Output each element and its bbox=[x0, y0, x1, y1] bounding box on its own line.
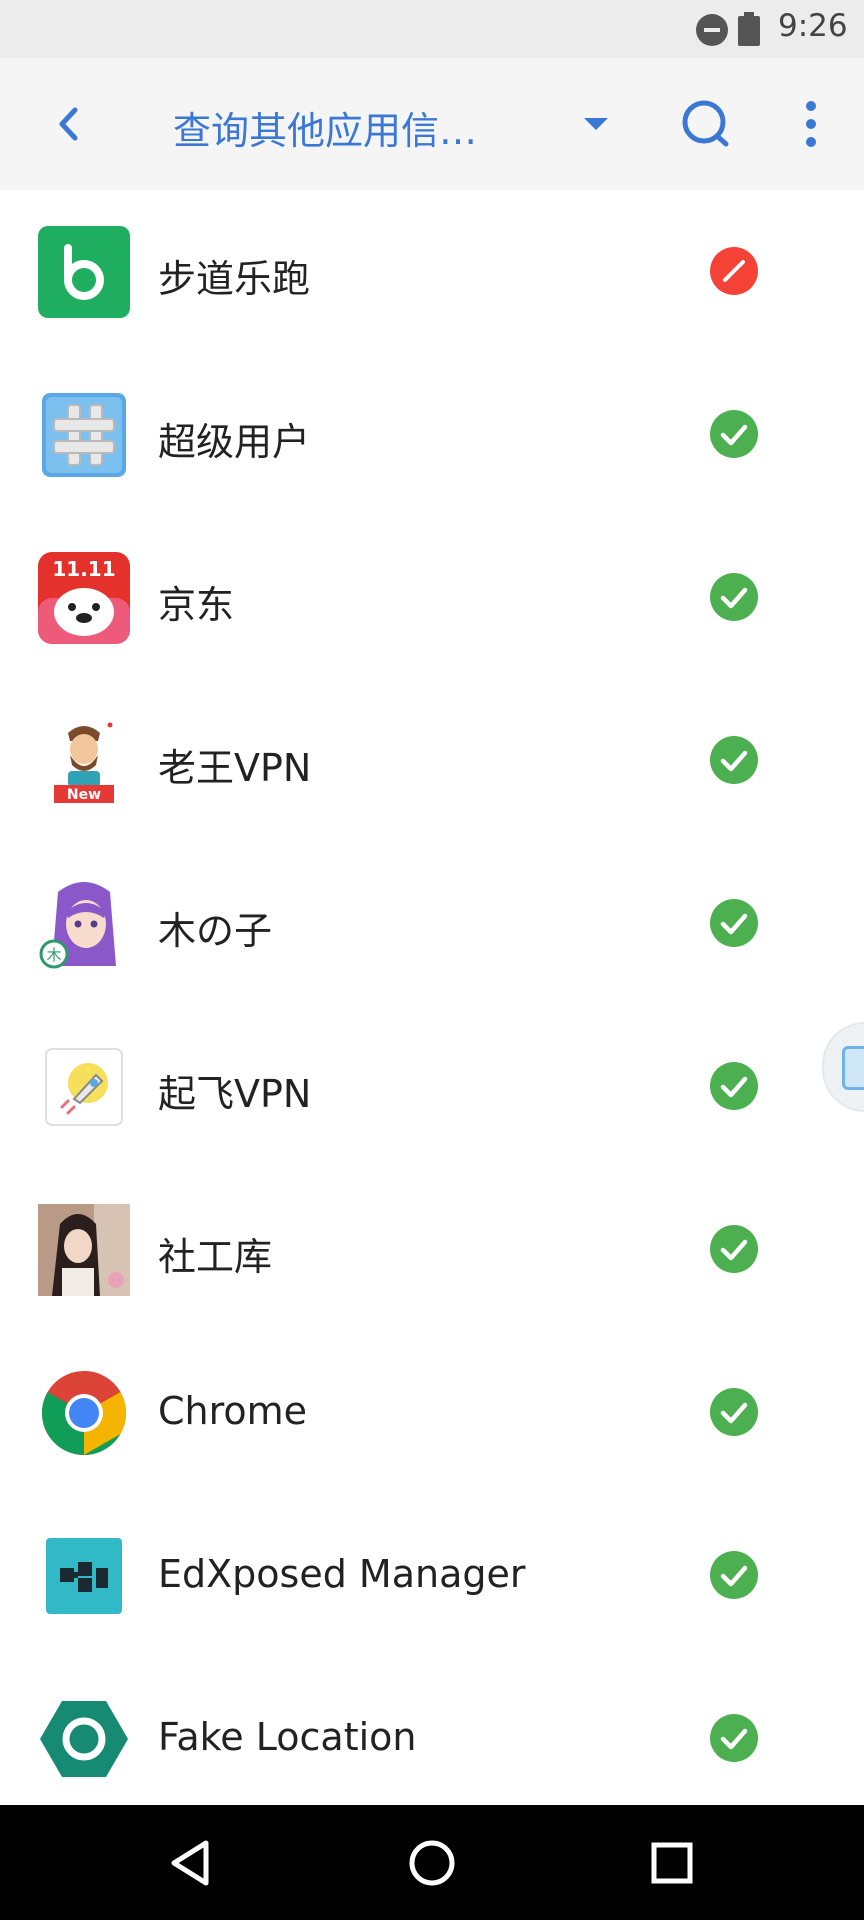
shegongku-app-icon bbox=[38, 1204, 130, 1296]
app-label: 老王VPN bbox=[158, 746, 312, 790]
app-label: 京东 bbox=[158, 583, 235, 627]
check-circle-icon[interactable] bbox=[710, 410, 758, 458]
back-button[interactable] bbox=[40, 94, 100, 154]
app-label: Fake Location bbox=[158, 1715, 417, 1759]
status-time: 9:26 bbox=[778, 8, 848, 44]
cube-icon bbox=[842, 1046, 864, 1090]
fake-location-app-icon bbox=[40, 1701, 128, 1777]
edxposed-app-icon bbox=[46, 1538, 122, 1614]
check-circle-icon[interactable] bbox=[710, 1388, 758, 1436]
list-item-mu-no-zi[interactable]: 木 木の子 bbox=[0, 842, 864, 1005]
app-label: 超级用户 bbox=[158, 420, 311, 464]
check-circle-icon[interactable] bbox=[710, 1225, 758, 1273]
qifei-vpn-app-icon bbox=[45, 1048, 123, 1126]
caret-down-icon bbox=[584, 118, 608, 130]
more-options-button[interactable] bbox=[786, 94, 836, 154]
check-circle-icon[interactable] bbox=[710, 573, 758, 621]
recents-nav-icon[interactable] bbox=[644, 1835, 700, 1891]
check-circle-icon[interactable] bbox=[710, 1551, 758, 1599]
list-item-qifei-vpn[interactable]: 起飞VPN bbox=[0, 1005, 864, 1168]
back-nav-icon[interactable] bbox=[164, 1835, 220, 1891]
mu-no-zi-app-icon: 木 bbox=[38, 878, 130, 970]
do-not-disturb-icon bbox=[696, 14, 728, 46]
list-item-edxposed-manager[interactable]: EdXposed Manager bbox=[0, 1494, 864, 1657]
navigation-bar bbox=[0, 1805, 864, 1920]
check-circle-icon[interactable] bbox=[710, 899, 758, 947]
app-label: 木の子 bbox=[158, 909, 273, 953]
app-label: 社工库 bbox=[158, 1235, 273, 1279]
new-badge-text: New bbox=[67, 787, 101, 803]
search-icon bbox=[682, 100, 729, 147]
app-label: 步道乐跑 bbox=[158, 257, 311, 301]
superuser-app-icon bbox=[42, 393, 126, 477]
page-title: 查询其他应用信… bbox=[173, 109, 478, 153]
list-item-fake-location[interactable]: Fake Location bbox=[0, 1657, 864, 1820]
check-circle-icon[interactable] bbox=[710, 736, 758, 784]
list-item-chrome[interactable]: Chrome bbox=[0, 1331, 864, 1494]
battery-icon bbox=[736, 12, 762, 46]
check-circle-icon[interactable] bbox=[710, 1062, 758, 1110]
more-vert-icon bbox=[806, 101, 816, 147]
budaolepao-app-icon bbox=[38, 226, 130, 318]
list-item-shegongku[interactable]: 社工库 bbox=[0, 1168, 864, 1331]
home-nav-icon[interactable] bbox=[404, 1835, 460, 1891]
app-list: 步道乐跑 超级用户 11.11 京东 New 老王VPN 木 木の子 起飞VPN… bbox=[0, 190, 864, 1805]
list-item-jd[interactable]: 11.11 京东 bbox=[0, 516, 864, 679]
app-label: EdXposed Manager bbox=[158, 1552, 526, 1596]
check-circle-icon[interactable] bbox=[710, 1714, 758, 1762]
mu-badge-text: 木 bbox=[46, 946, 61, 964]
list-item-superuser[interactable]: 超级用户 bbox=[0, 353, 864, 516]
blocked-circle-icon[interactable] bbox=[710, 247, 758, 295]
status-bar: 9:26 bbox=[0, 0, 864, 58]
jd-app-icon: 11.11 bbox=[38, 552, 130, 644]
toolbar: 查询其他应用信… bbox=[0, 58, 864, 190]
search-button[interactable] bbox=[676, 94, 736, 154]
chrome-app-icon bbox=[41, 1371, 127, 1455]
chevron-left-icon bbox=[59, 107, 78, 141]
app-label: 起飞VPN bbox=[158, 1072, 312, 1116]
jd-badge-text: 11.11 bbox=[52, 557, 115, 581]
laowang-vpn-app-icon: New bbox=[38, 715, 130, 807]
app-label: Chrome bbox=[158, 1389, 308, 1433]
list-item-laowang-vpn[interactable]: New 老王VPN bbox=[0, 679, 864, 842]
list-item-budaolepao[interactable]: 步道乐跑 bbox=[0, 190, 864, 353]
filter-dropdown-button[interactable] bbox=[566, 94, 626, 154]
